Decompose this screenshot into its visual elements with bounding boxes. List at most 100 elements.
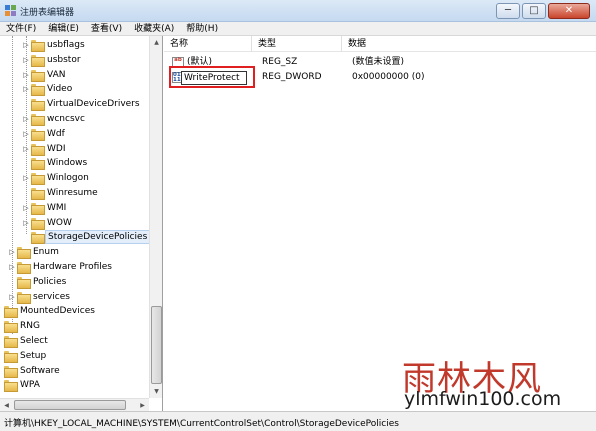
tree-item[interactable]: ▷ VAN: [0, 68, 150, 83]
tree-item[interactable]: Setup: [0, 349, 150, 364]
tree-item[interactable]: ▷ Winlogon: [0, 171, 150, 186]
tree-item[interactable]: Winresume: [0, 186, 150, 201]
tree-item-label: WPA: [20, 380, 40, 391]
expand-arrow-icon[interactable]: ▷: [22, 85, 30, 93]
tree-item-label: VirtualDeviceDrivers: [47, 99, 140, 110]
value-type: REG_DWORD: [262, 72, 322, 82]
folder-icon: [31, 99, 45, 112]
tree-item[interactable]: WPA: [0, 378, 150, 393]
folder-icon: [31, 232, 45, 245]
tree-item-label: WMI: [47, 202, 67, 213]
expand-arrow-icon[interactable]: ▷: [8, 293, 16, 301]
tree-item-label: RNG: [20, 321, 40, 332]
column-type-header[interactable]: 类型: [252, 36, 342, 52]
menu-favorites[interactable]: 收藏夹(A): [128, 22, 180, 35]
folder-icon: [4, 350, 18, 363]
tree-item[interactable]: ▷ usbflags: [0, 38, 150, 53]
folder-icon: [31, 143, 45, 156]
folder-icon: [31, 217, 45, 230]
scroll-down-icon[interactable]: ▼: [150, 385, 162, 398]
tree-item[interactable]: StorageDevicePolicies: [0, 230, 151, 245]
expand-arrow-icon[interactable]: ▷: [22, 219, 30, 227]
expand-arrow-icon[interactable]: ▷: [22, 145, 30, 153]
tree-item-label: Software: [20, 365, 60, 376]
scroll-right-icon[interactable]: ▶: [136, 399, 149, 411]
tree-item[interactable]: MountedDevices: [0, 304, 150, 319]
folder-icon: [17, 291, 31, 304]
tree-item[interactable]: ▷ Enum: [0, 245, 150, 260]
expand-arrow-icon[interactable]: ▷: [22, 204, 30, 212]
menu-file[interactable]: 文件(F): [0, 22, 42, 35]
tree-item[interactable]: Software: [0, 364, 150, 379]
folder-icon: [31, 128, 45, 141]
horizontal-scroll-thumb[interactable]: [14, 400, 126, 410]
watermark-url: ylmfwin100.com: [404, 388, 562, 410]
expand-arrow-icon[interactable]: ▷: [22, 41, 30, 49]
tree-horizontal-scrollbar[interactable]: ◀ ▶: [0, 398, 149, 411]
folder-icon: [31, 113, 45, 126]
minimize-button[interactable]: ─: [496, 3, 520, 19]
menu-view[interactable]: 查看(V): [85, 22, 128, 35]
menu-edit[interactable]: 编辑(E): [42, 22, 85, 35]
folder-icon: [4, 321, 18, 334]
tree-item-label: usbstor: [47, 54, 81, 65]
tree-item[interactable]: Policies: [0, 275, 150, 290]
scroll-up-icon[interactable]: ▲: [150, 36, 162, 49]
scroll-left-icon[interactable]: ◀: [0, 399, 13, 411]
expand-arrow-icon[interactable]: ▷: [22, 115, 30, 123]
value-data: 0x00000000 (0): [352, 72, 425, 82]
window-controls: ─ □ ✕: [494, 3, 590, 19]
tree-item-label: Select: [20, 335, 48, 346]
tree-item-label: StorageDevicePolicies: [45, 230, 151, 245]
value-type: REG_SZ: [262, 57, 298, 67]
menu-bar: 文件(F) 编辑(E) 查看(V) 收藏夹(A) 帮助(H): [0, 22, 596, 36]
tree-item[interactable]: ▷ Hardware Profiles: [0, 260, 150, 275]
minimize-icon: ─: [504, 5, 512, 16]
tree-item[interactable]: ▷ WOW: [0, 216, 150, 231]
tree-item[interactable]: Select: [0, 334, 150, 349]
folder-icon: [31, 54, 45, 67]
menu-help[interactable]: 帮助(H): [180, 22, 224, 35]
expand-arrow-icon[interactable]: ▷: [22, 130, 30, 138]
tree-item[interactable]: ▷ services: [0, 290, 150, 305]
folder-icon: [31, 69, 45, 82]
close-icon: ✕: [564, 5, 574, 16]
expand-arrow-icon[interactable]: ▷: [22, 174, 30, 182]
tree-item[interactable]: ▷ Video: [0, 82, 150, 97]
tree-item[interactable]: ▷ WDI: [0, 142, 150, 157]
tree-item-label: MountedDevices: [20, 306, 95, 317]
key-tree-pane[interactable]: ▷ usbflags ▷ usbstor ▷ VAN ▷ Video VirtualDevice…: [0, 36, 163, 411]
red-highlight-box: [169, 66, 255, 88]
tree-item[interactable]: ▷ wcncsvc: [0, 112, 150, 127]
value-row[interactable]: 011 110 WriteProtect REG_DWORD 0x00000000…: [164, 66, 596, 88]
close-button[interactable]: ✕: [548, 3, 590, 19]
status-path: 计算机\HKEY_LOCAL_MACHINE\SYSTEM\CurrentCon…: [4, 419, 399, 429]
column-name-header[interactable]: 名称: [164, 36, 252, 52]
folder-icon: [17, 261, 31, 274]
expand-arrow-icon[interactable]: ▷: [8, 263, 16, 271]
tree-item-label: Enum: [33, 247, 59, 258]
title-bar: 注册表编辑器 ─ □ ✕: [0, 0, 596, 22]
tree-item[interactable]: ▷ Wdf: [0, 127, 150, 142]
tree-item-label: wcncsvc: [47, 113, 85, 124]
vertical-scroll-thumb[interactable]: [151, 306, 162, 384]
expand-arrow-icon[interactable]: ▷: [22, 56, 30, 64]
tree-item[interactable]: ▷ WMI: [0, 201, 150, 216]
tree-item[interactable]: RNG: [0, 319, 150, 334]
expand-arrow-icon[interactable]: ▷: [8, 248, 16, 256]
tree-vertical-scrollbar[interactable]: ▲ ▼: [149, 36, 162, 398]
folder-icon: [31, 40, 45, 52]
tree-item[interactable]: Windows: [0, 156, 150, 171]
tree-item-label: Winresume: [47, 187, 98, 198]
tree-item-label: Setup: [20, 350, 47, 361]
folder-icon: [31, 173, 45, 186]
status-bar: 计算机\HKEY_LOCAL_MACHINE\SYSTEM\CurrentCon…: [0, 411, 596, 431]
tree-item[interactable]: ▷ usbstor: [0, 53, 150, 68]
column-data-header[interactable]: 数据: [342, 36, 596, 52]
tree-item-label: usbflags: [47, 40, 85, 50]
expand-arrow-icon[interactable]: ▷: [22, 71, 30, 79]
folder-icon: [4, 365, 18, 378]
maximize-button[interactable]: □: [522, 3, 546, 19]
folder-icon: [17, 247, 31, 260]
tree-item[interactable]: VirtualDeviceDrivers: [0, 97, 150, 112]
